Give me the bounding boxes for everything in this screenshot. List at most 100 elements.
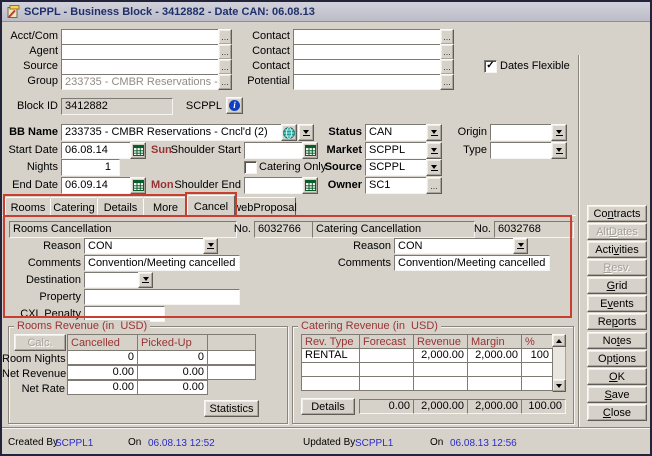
destination-field[interactable] — [84, 272, 145, 288]
catering-row2-margin[interactable] — [467, 362, 522, 377]
contact1-lov-button[interactable]: ... — [440, 29, 454, 45]
origin-field[interactable] — [490, 124, 558, 141]
dropdown-arrow-icon — [207, 243, 214, 249]
owner-lov-button[interactable]: ... — [426, 177, 442, 194]
dates-flexible-checkbox[interactable]: ✓ — [484, 60, 497, 73]
catering-row3-margin[interactable] — [467, 376, 522, 391]
contracts-button[interactable]: Contracts — [587, 205, 647, 222]
contact2-lov-button[interactable]: ... — [440, 44, 454, 60]
acctcom-lov-button[interactable]: ... — [218, 29, 232, 45]
catering-row2-revenue[interactable] — [413, 362, 468, 377]
grid-button[interactable]: Grid — [587, 277, 647, 294]
owner-field[interactable]: SC1 — [365, 177, 433, 194]
shoulder-start-field[interactable] — [244, 142, 309, 159]
catering-row-percent[interactable]: 100 — [521, 348, 553, 363]
contact2-field[interactable] — [293, 44, 447, 60]
catering-row3-revtype[interactable] — [301, 376, 360, 391]
catering-row3-revenue[interactable] — [413, 376, 468, 391]
type-field[interactable] — [490, 142, 558, 159]
rooms-revenue-title: Rooms Revenue (in USD) — [14, 320, 150, 332]
catering-row-revtype[interactable]: RENTAL — [301, 348, 360, 363]
rooms-comments-field[interactable]: Convention/Meeting cancelled — [84, 255, 240, 271]
ok-button[interactable]: OK — [587, 368, 647, 385]
tab-catering[interactable]: Catering — [50, 197, 98, 217]
source2-dropdown-button[interactable] — [426, 159, 442, 176]
end-date-field[interactable]: 06.09.14 — [61, 177, 137, 194]
calc-button[interactable]: Calc. — [14, 334, 66, 351]
tab-details[interactable]: Details — [97, 197, 144, 217]
agent-lov-button[interactable]: ... — [218, 44, 232, 60]
rooms-reason-field[interactable]: CON — [84, 238, 210, 254]
agent-field[interactable] — [61, 44, 225, 60]
events-button[interactable]: Events — [587, 295, 647, 312]
acctcom-field[interactable] — [61, 29, 225, 45]
save-button[interactable]: Save — [587, 386, 647, 403]
status-dropdown-button[interactable] — [426, 124, 442, 141]
created-by-value: SCPPL1 — [55, 437, 115, 451]
statistics-button[interactable]: Statistics — [204, 400, 259, 417]
end-date-calendar-button[interactable] — [130, 177, 146, 194]
options-button[interactable]: Options — [587, 350, 647, 367]
catering-row3-forecast[interactable] — [359, 376, 414, 391]
property-field[interactable] — [84, 289, 240, 305]
reports-button[interactable]: Reports — [587, 313, 647, 330]
catering-comments-field[interactable]: Convention/Meeting cancelled — [394, 255, 550, 271]
type-dropdown-button[interactable] — [551, 142, 567, 159]
scroll-down-button[interactable] — [552, 379, 566, 392]
bb-name-field[interactable]: 233735 - CMBR Reservations - Cncl'd (2) — [61, 124, 288, 141]
origin-dropdown-button[interactable] — [551, 124, 567, 141]
destination-dropdown-button[interactable] — [138, 272, 153, 288]
activities-button[interactable]: Activities — [587, 241, 647, 258]
details-button[interactable]: Details — [301, 398, 355, 415]
source2-label: Source — [312, 160, 362, 174]
tab-cancel[interactable]: Cancel — [187, 195, 235, 217]
catering-only-checkbox[interactable] — [244, 161, 257, 174]
source-lov-button[interactable]: ... — [218, 59, 232, 75]
shoulder-end-label: Shoulder End — [165, 178, 241, 192]
contact1-field[interactable] — [293, 29, 447, 45]
potential-lov-button[interactable]: ... — [440, 74, 454, 90]
alt-dates-button[interactable]: Alt Dates — [587, 223, 647, 240]
rooms-comments-label: Comments — [8, 256, 81, 270]
title-bar[interactable]: SCPPL - Business Block - 3412882 - Date … — [2, 2, 650, 22]
dropdown-arrow-icon — [556, 148, 563, 154]
contact3-field[interactable] — [293, 59, 447, 75]
catering-row2-revtype[interactable] — [301, 362, 360, 377]
tab-rooms[interactable]: Rooms — [5, 197, 51, 217]
property-info-button[interactable]: i — [226, 97, 243, 114]
start-date-field[interactable]: 06.08.14 — [61, 142, 137, 159]
market-field[interactable]: SCPPL — [365, 142, 433, 159]
source2-field[interactable]: SCPPL — [365, 159, 433, 176]
nights-field[interactable]: 1 — [61, 159, 120, 176]
status-field[interactable]: CAN — [365, 124, 433, 141]
catering-reason-field[interactable]: CON — [394, 238, 520, 254]
market-dropdown-button[interactable] — [426, 142, 442, 159]
scroll-up-button[interactable] — [552, 334, 566, 347]
catering-row2-forecast[interactable] — [359, 362, 414, 377]
group-lov-button[interactable]: ... — [218, 74, 232, 90]
created-on-label: On — [128, 436, 146, 450]
bb-name-globe-button[interactable] — [281, 124, 297, 141]
source-field[interactable] — [61, 59, 225, 75]
shoulder-end-field[interactable] — [244, 177, 309, 194]
catering-row-forecast[interactable] — [359, 348, 414, 363]
app-icon — [7, 5, 20, 18]
catering-col-forecast: Forecast — [359, 334, 414, 349]
catering-row2-percent[interactable] — [521, 362, 553, 377]
group-field[interactable]: 233735 - CMBR Reservations - Cncl'd — [61, 74, 225, 90]
catering-row-margin[interactable]: 2,000.00 — [467, 348, 522, 363]
business-block-window: SCPPL - Business Block - 3412882 - Date … — [0, 0, 652, 456]
contact2-label: Contact — [244, 44, 290, 58]
tab-more[interactable]: More — [143, 197, 188, 217]
close-button[interactable]: Close — [587, 404, 647, 421]
rooms-reason-dropdown-button[interactable] — [203, 238, 218, 254]
tab-webproposal[interactable]: webProposal — [234, 197, 296, 217]
catering-row-revenue[interactable]: 2,000.00 — [413, 348, 468, 363]
contact3-lov-button[interactable]: ... — [440, 59, 454, 75]
start-date-calendar-button[interactable] — [130, 142, 146, 159]
resv-button[interactable]: Resv. — [587, 259, 647, 276]
notes-button[interactable]: Notes — [587, 332, 647, 349]
potential-field[interactable] — [293, 74, 447, 90]
catering-row3-percent[interactable] — [521, 376, 553, 391]
catering-reason-dropdown-button[interactable] — [513, 238, 528, 254]
